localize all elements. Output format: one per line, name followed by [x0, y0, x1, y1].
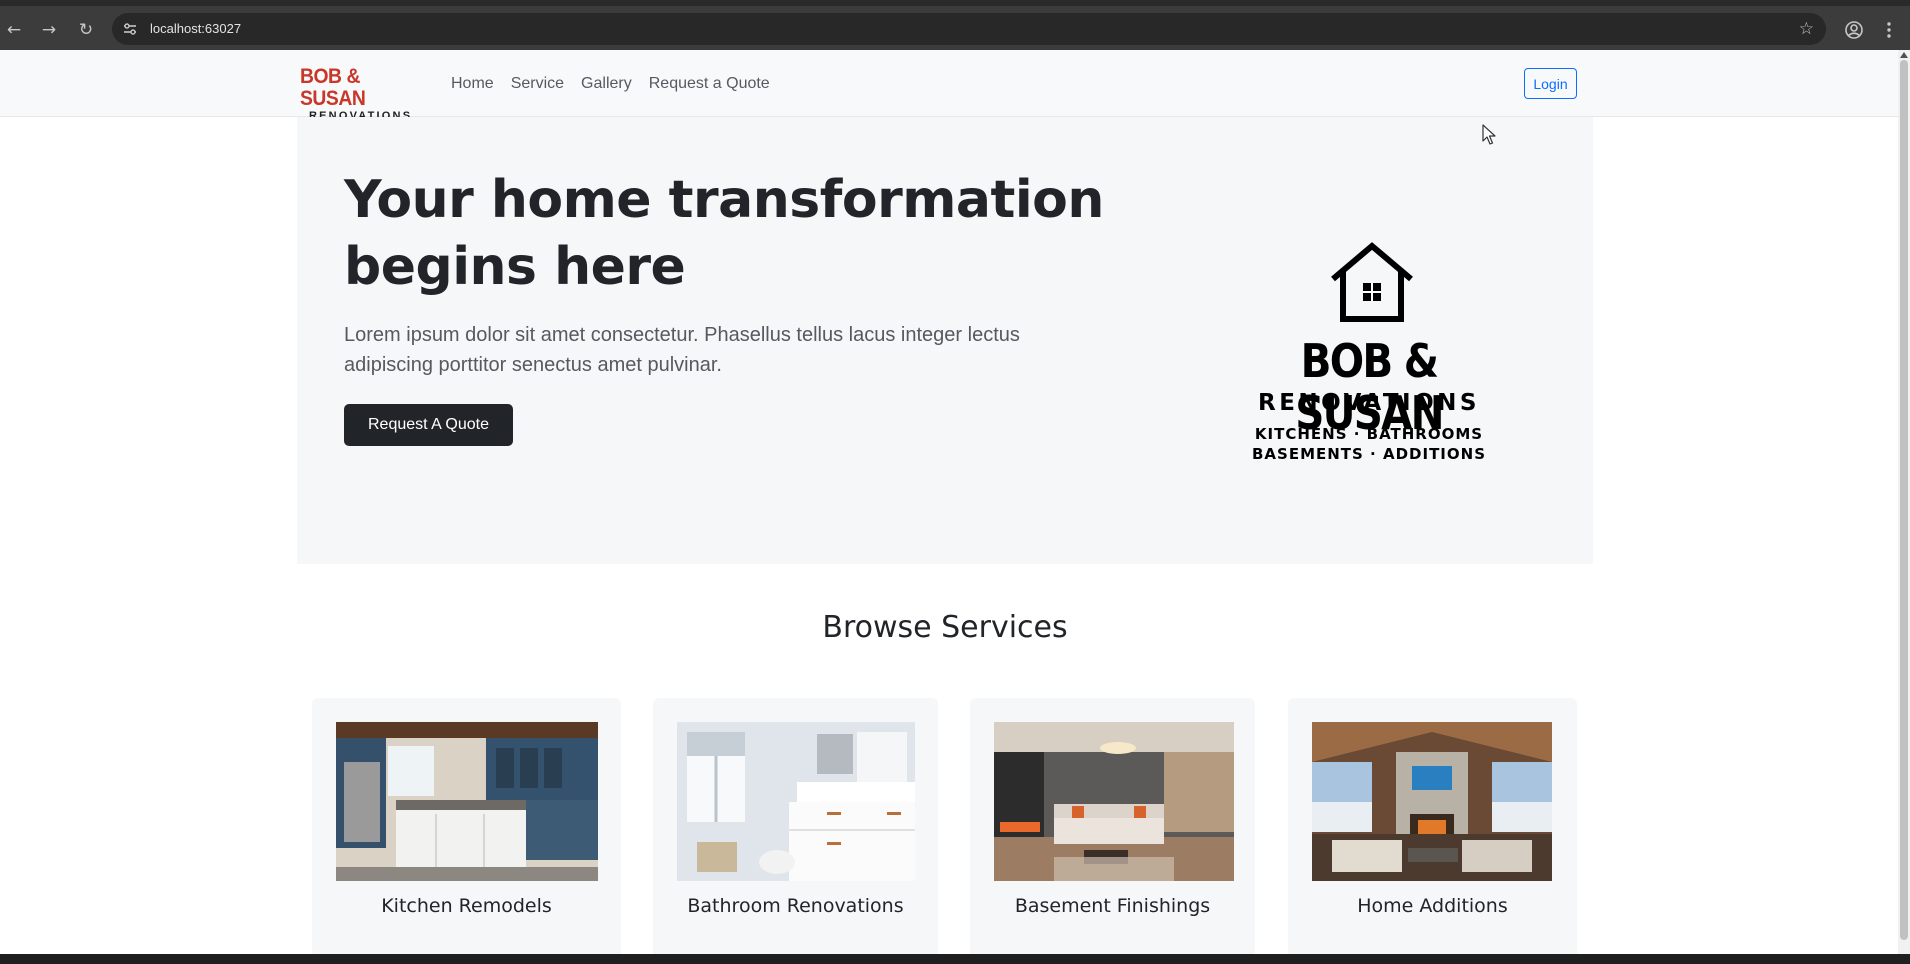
address-bar[interactable]: localhost:63027 ☆ — [112, 13, 1826, 45]
page-viewport: BOB & SUSAN RENOVATIONS Home Service Gal… — [0, 50, 1898, 954]
bathroom-photo — [677, 722, 915, 881]
hero-title: Your home transformation begins here — [344, 170, 1104, 297]
brand-name: BOB & SUSAN — [300, 65, 366, 110]
logo-subtitle: RENOVATIONS — [1258, 390, 1480, 416]
brand-logo[interactable]: BOB & SUSAN RENOVATIONS — [300, 66, 425, 123]
nav-link-home[interactable]: Home — [451, 75, 494, 93]
nav-link-service[interactable]: Service — [511, 75, 564, 93]
browser-toolbar: ← → ↻ localhost:63027 ☆ — [0, 0, 1910, 50]
url-text[interactable]: localhost:63027 — [150, 13, 241, 45]
logo-tagline-2: BASEMENTS · ADDITIONS — [1251, 445, 1486, 463]
service-card-bathroom[interactable]: Bathroom Renovations — [653, 698, 938, 954]
hero-section: Your home transformation begins here Lor… — [297, 117, 1593, 564]
service-label-basement: Basement Finishings — [1014, 895, 1211, 917]
service-label-bathroom: Bathroom Renovations — [687, 895, 904, 917]
service-card-basement[interactable]: Basement Finishings — [970, 698, 1255, 954]
bottom-edge — [0, 954, 1910, 964]
house-icon — [1331, 242, 1413, 322]
nav-link-gallery[interactable]: Gallery — [581, 75, 632, 93]
hero-text: Lorem ipsum dolor sit amet consectetur. … — [344, 324, 1020, 376]
service-label-additions: Home Additions — [1357, 895, 1508, 917]
scrollbar-thumb[interactable] — [1900, 60, 1908, 940]
scroll-up-arrow-icon[interactable] — [1900, 52, 1908, 58]
service-card-additions[interactable]: Home Additions — [1288, 698, 1577, 954]
profile-icon[interactable] — [1843, 19, 1865, 41]
mouse-cursor-icon — [1482, 124, 1496, 145]
reload-icon[interactable]: ↻ — [75, 19, 97, 41]
additions-photo — [1312, 722, 1552, 881]
more-menu-icon[interactable] — [1878, 19, 1900, 41]
forward-icon[interactable]: → — [38, 19, 60, 41]
site-info-icon[interactable] — [122, 21, 138, 37]
logo-tagline-1: KITCHENS · BATHROOMS — [1254, 425, 1484, 443]
nav-link-request-quote[interactable]: Request a Quote — [649, 75, 770, 93]
services-title: Browse Services — [822, 610, 1068, 645]
hero-logo: BOB & SUSAN RENOVATIONS KITCHENS · BATHR… — [1219, 241, 1519, 471]
site-navbar: BOB & SUSAN RENOVATIONS Home Service Gal… — [0, 50, 1898, 123]
service-label-kitchen: Kitchen Remodels — [381, 895, 552, 917]
vertical-scrollbar[interactable] — [1898, 50, 1910, 954]
request-quote-button[interactable]: Request A Quote — [344, 404, 513, 446]
back-icon[interactable]: ← — [3, 19, 25, 41]
nav-links: Home Service Gallery Request a Quote — [451, 50, 770, 117]
login-button[interactable]: Login — [1524, 68, 1577, 99]
basement-photo — [994, 722, 1234, 881]
bookmark-star-icon[interactable]: ☆ — [1799, 13, 1814, 45]
service-card-kitchen[interactable]: Kitchen Remodels — [312, 698, 621, 954]
kitchen-photo — [336, 722, 598, 881]
